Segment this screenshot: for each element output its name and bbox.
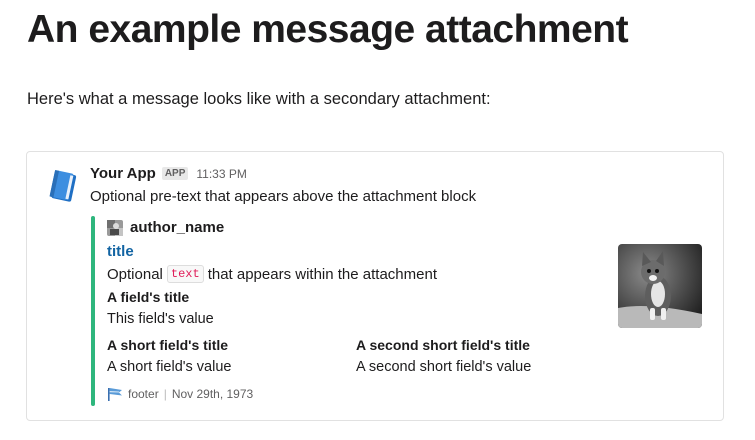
attachment-author: author_name: [107, 219, 224, 236]
short-field-title: A short field's title: [107, 337, 229, 353]
message-timestamp[interactable]: 11:33 PM: [196, 167, 246, 181]
footer-separator: |: [163, 387, 167, 401]
notebook-icon[interactable]: [45, 168, 81, 204]
footer-date[interactable]: Nov 29th, 1973: [172, 387, 253, 401]
app-badge: APP: [161, 167, 189, 180]
page-title: An example message attachment: [27, 8, 629, 51]
attachment-footer: footer | Nov 29th, 1973: [107, 387, 253, 401]
author-name[interactable]: author_name: [130, 219, 224, 236]
page: An example message attachment Here's wha…: [0, 0, 755, 440]
message-pretext: Optional pre-text that appears above the…: [90, 188, 477, 205]
message-card: Your App APP 11:33 PM Optional pre-text …: [26, 151, 724, 421]
intro-text: Here's what a message looks like with a …: [27, 90, 491, 108]
attachment-text-after: that appears within the attachment: [207, 265, 437, 283]
footer-flag-icon: [108, 388, 122, 401]
attachment-color-bar: [91, 216, 95, 406]
attachment-text-before: Optional: [107, 265, 163, 283]
cat-photo[interactable]: [618, 244, 702, 328]
field-title: A field's title: [107, 289, 190, 305]
second-short-field-title: A second short field's title: [356, 337, 530, 353]
second-short-field-value: A second short field's value: [356, 359, 532, 375]
attachment-text: Optional text that appears within the at…: [107, 265, 437, 283]
message-header: Your App APP 11:33 PM: [90, 165, 247, 182]
footer-text: footer: [128, 387, 159, 401]
inline-code: text: [166, 265, 204, 283]
field-value: This field's value: [107, 311, 214, 327]
app-name[interactable]: Your App: [90, 165, 156, 182]
short-field-value: A short field's value: [107, 359, 232, 375]
attachment-title-link[interactable]: title: [107, 243, 134, 260]
author-avatar-icon: [107, 219, 123, 236]
